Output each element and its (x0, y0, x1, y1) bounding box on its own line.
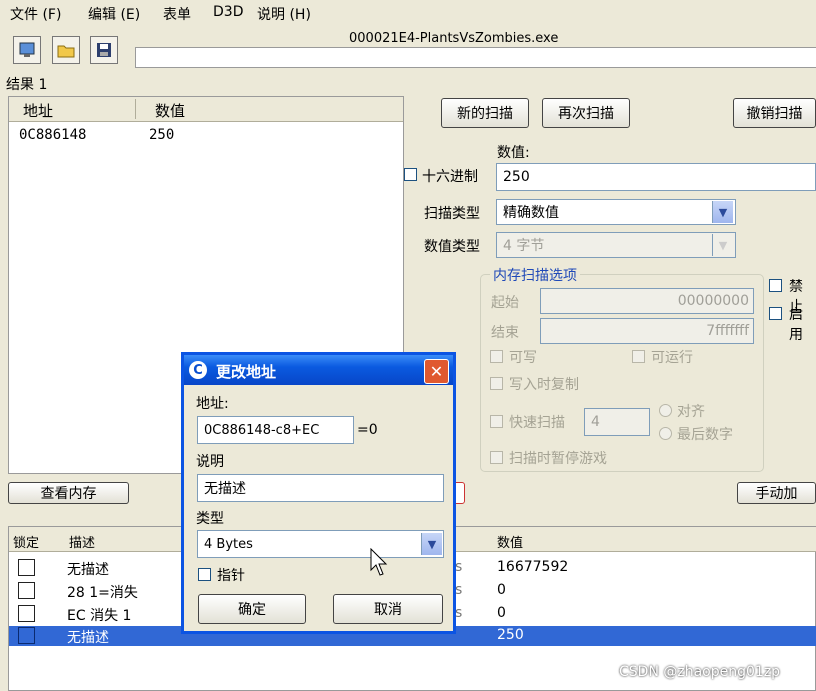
type-select[interactable]: 4 Bytes (197, 530, 444, 558)
address-result: =0 (357, 422, 378, 438)
row-description: 28 1=消失 (67, 585, 138, 601)
executable-checkbox[interactable] (632, 350, 645, 363)
copy-on-write-label: 写入时复制 (509, 377, 579, 393)
start-label: 起始 (491, 295, 519, 311)
cancel-button[interactable]: 取消 (333, 594, 443, 624)
cheat-engine-logo-icon: C (189, 361, 207, 379)
address-label: 地址: (196, 396, 229, 412)
col-description[interactable]: 描述 (69, 532, 95, 551)
hex-checkbox[interactable] (404, 168, 417, 181)
process-select-icon[interactable] (13, 36, 41, 64)
value-type-select[interactable]: 4 字节 (496, 232, 736, 258)
menu-edit[interactable]: 编辑 (E) (88, 4, 140, 24)
enable-label: 启用 (789, 307, 803, 343)
row-description: EC 消失 1 (67, 608, 132, 624)
row-value: 0 (497, 582, 506, 598)
watermark: CSDN @zhaopeng01zp (619, 664, 781, 680)
col-value[interactable]: 数值 (155, 100, 185, 121)
menu-bar: 文件 (F) 编辑 (E) 表单 D3D 说明 (H) (0, 0, 816, 28)
scan-type-select[interactable]: 精确数值 (496, 199, 736, 225)
value-type-label: 数值类型 (424, 239, 480, 255)
writable-label: 可写 (509, 350, 537, 366)
divider (135, 99, 136, 119)
fast-scan-label: 快速扫描 (509, 415, 565, 431)
description-input[interactable]: 无描述 (197, 474, 444, 502)
enable-checkbox[interactable] (769, 307, 782, 320)
value-label: 数值: (497, 145, 530, 161)
align-radio[interactable] (659, 404, 672, 417)
lock-checkbox[interactable] (18, 559, 35, 576)
pause-game-checkbox[interactable] (490, 451, 503, 464)
next-scan-button[interactable]: 再次扫描 (542, 98, 630, 128)
start-address-input[interactable]: 00000000 (540, 288, 754, 314)
fast-scan-input[interactable]: 4 (584, 408, 650, 436)
end-label: 结束 (491, 325, 519, 341)
results-header: 地址 数值 (9, 97, 403, 122)
result-address[interactable]: 0C886148 (19, 127, 86, 143)
pointer-checkbox[interactable] (198, 568, 211, 581)
ok-button[interactable]: 确定 (198, 594, 306, 624)
undo-scan-button[interactable]: 撤销扫描 (733, 98, 816, 128)
dialog-title-bar[interactable]: C 更改地址 ✕ (184, 355, 453, 385)
pointer-label: 指针 (217, 568, 245, 584)
row-value: 250 (497, 627, 524, 643)
description-label: 说明 (196, 454, 224, 470)
last-digits-label: 最后数字 (677, 427, 733, 443)
pause-game-label: 扫描时暂停游戏 (509, 451, 607, 467)
close-icon[interactable]: ✕ (424, 359, 449, 384)
last-digits-radio[interactable] (659, 427, 672, 440)
scan-type-label: 扫描类型 (424, 206, 480, 222)
end-address-input[interactable]: 7fffffff (540, 318, 754, 344)
lock-checkbox[interactable] (18, 605, 35, 622)
row-type: s (455, 605, 463, 621)
row-description: 无描述 (67, 630, 109, 646)
row-type: s (455, 582, 463, 598)
row-type: s (455, 559, 463, 575)
chevron-down-icon[interactable]: ▼ (712, 201, 733, 223)
menu-help[interactable]: 说明 (H) (257, 4, 311, 24)
view-memory-button[interactable]: 查看内存 (8, 482, 129, 504)
results-count: 结果 1 (6, 77, 48, 93)
col-value[interactable]: 数值 (497, 532, 523, 551)
col-lock[interactable]: 锁定 (13, 532, 39, 551)
value-type-value: 4 字节 (503, 238, 545, 254)
col-address[interactable]: 地址 (23, 100, 53, 121)
change-address-dialog: C 更改地址 ✕ 地址: 0C886148-c8+EC =0 说明 无描述 类型… (181, 352, 456, 634)
scan-progress-bar (135, 47, 816, 68)
executable-label: 可运行 (651, 350, 693, 366)
hex-label: 十六进制 (422, 169, 478, 185)
chevron-down-icon[interactable]: ▼ (421, 533, 442, 555)
row-description: 无描述 (67, 562, 109, 578)
open-folder-icon[interactable] (52, 36, 80, 64)
dialog-title: 更改地址 (216, 363, 277, 381)
disable-checkbox[interactable] (769, 279, 782, 292)
result-value[interactable]: 250 (149, 127, 174, 143)
save-icon[interactable] (90, 36, 118, 64)
scan-type-value: 精确数值 (503, 205, 559, 221)
lock-checkbox[interactable] (18, 582, 35, 599)
window-title: 000021E4-PlantsVsZombies.exe (349, 31, 559, 46)
address-input[interactable]: 0C886148-c8+EC (197, 416, 354, 444)
row-value: 0 (497, 605, 506, 621)
memory-options-title: 内存扫描选项 (490, 265, 580, 285)
fast-scan-checkbox[interactable] (490, 415, 503, 428)
row-value: 16677592 (497, 559, 569, 575)
type-label: 类型 (196, 511, 224, 527)
menu-table[interactable]: 表单 (163, 4, 191, 24)
menu-file[interactable]: 文件 (F) (10, 4, 61, 24)
new-scan-button[interactable]: 新的扫描 (441, 98, 529, 128)
value-input[interactable]: 250 (496, 163, 816, 191)
lock-checkbox[interactable] (18, 627, 35, 644)
writable-checkbox[interactable] (490, 350, 503, 363)
align-label: 对齐 (677, 404, 705, 420)
manual-add-button[interactable]: 手动加 (737, 482, 816, 504)
mouse-cursor-icon (370, 548, 388, 576)
menu-d3d[interactable]: D3D (213, 4, 243, 20)
copy-on-write-checkbox[interactable] (490, 377, 503, 390)
chevron-down-icon: ▼ (712, 234, 733, 256)
type-value: 4 Bytes (204, 536, 253, 552)
